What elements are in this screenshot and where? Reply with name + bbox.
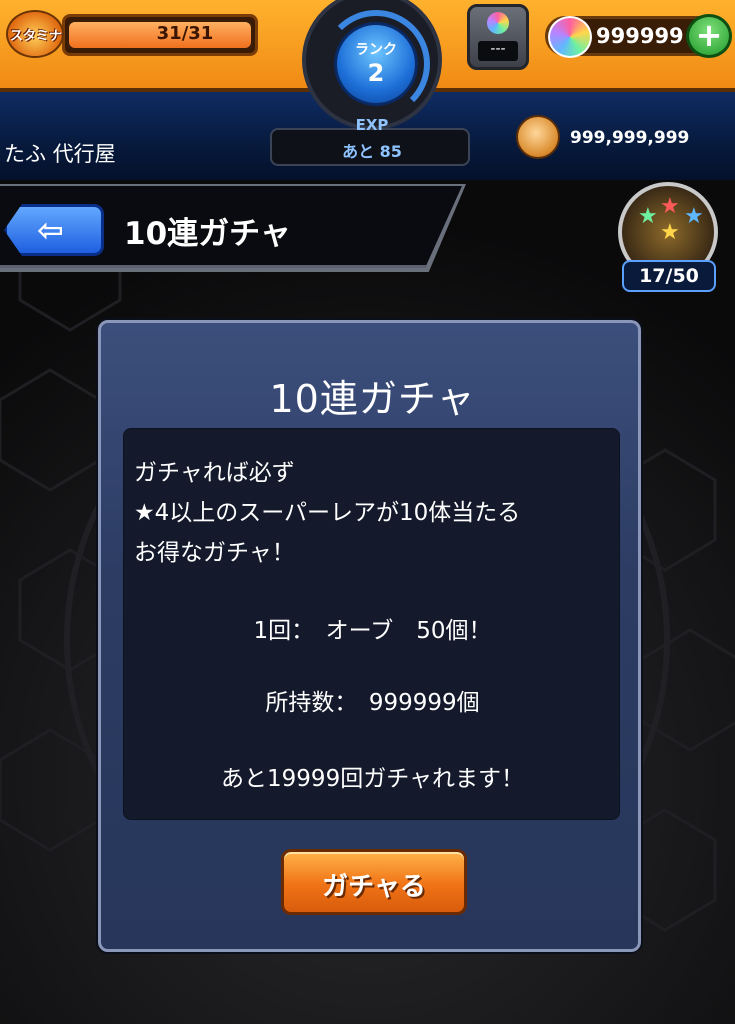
stamina-label: スタミナ — [10, 29, 63, 44]
gacha-info-box: ガチャれば必ず ★4以上のスーパーレアが10体当たる お得なガチャ！ 1回： オ… — [123, 428, 620, 820]
gold-coin-icon — [516, 115, 560, 159]
exp-box: EXP あと 85 — [270, 116, 470, 166]
screen-title: 10連ガチャ — [124, 216, 291, 252]
orb-count: 999999 — [596, 24, 684, 48]
medal-star-icon: ★ — [660, 194, 680, 219]
orbs-owned: 所持数： 999999個 — [265, 690, 480, 716]
pulls-remaining: あと19999回ガチャれます！ — [221, 766, 524, 792]
medal-star-icon: ★ — [638, 204, 658, 229]
exp-label: EXP — [355, 116, 389, 134]
dialog-title: 10連ガチャ — [269, 377, 476, 421]
stamina-gauge: 31/31 — [62, 14, 258, 56]
back-button[interactable]: ⇦ — [4, 204, 104, 256]
back-arrow-icon: ⇦ — [37, 211, 64, 249]
medal-star-icon: ★ — [660, 220, 680, 245]
add-orbs-button[interactable]: + — [686, 14, 732, 58]
stamina-value: 31/31 — [156, 23, 214, 44]
rainbow-orb-icon — [548, 16, 592, 58]
coin-count: 999,999,999 — [570, 128, 690, 148]
device-orb-knob — [487, 12, 509, 34]
medal-star-icon: ★ — [684, 204, 704, 229]
description-line: ガチャれば必ず — [134, 460, 295, 486]
gacha-dialog: 10連ガチャ ガチャれば必ず ★4以上のスーパーレアが10体当たる お得なガチャ… — [98, 320, 641, 952]
rank-value: 2 — [367, 59, 385, 87]
plus-icon: + — [695, 16, 723, 54]
description-line: ★4以上のスーパーレアが10体当たる — [134, 500, 521, 526]
rank-label: ランク — [355, 42, 397, 58]
device-text: --- — [490, 41, 506, 57]
description-line: お得なガチャ！ — [134, 540, 295, 566]
device-screen: --- — [478, 41, 518, 61]
gacha-button[interactable]: ガチャる — [281, 849, 467, 915]
medal-count: 17/50 — [622, 260, 716, 292]
gacha-device-icon[interactable]: --- — [467, 4, 529, 70]
player-name: たふ 代行屋 — [4, 142, 116, 166]
rank-circle: ランク 2 — [334, 22, 418, 106]
gacha-button-label: ガチャる — [322, 872, 426, 902]
gacha-cost: 1回： オーブ 50個！ — [253, 618, 492, 644]
exp-remaining: あと 85 — [342, 142, 402, 161]
